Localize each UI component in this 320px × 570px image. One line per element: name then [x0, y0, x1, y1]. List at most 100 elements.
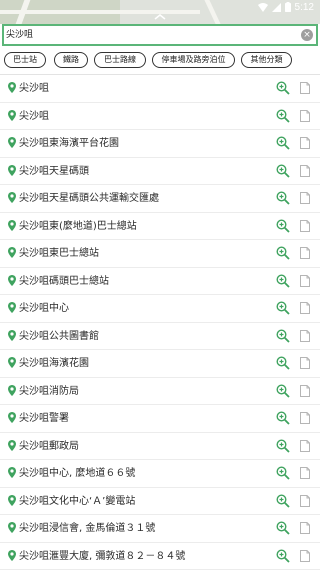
- list-item[interactable]: 尖沙咀海濱花園: [0, 350, 320, 378]
- location-pin-icon: [8, 330, 16, 341]
- zoom-in-icon[interactable]: [276, 411, 290, 425]
- list-item-label: 尖沙咀碼頭巴士總站: [19, 268, 109, 295]
- status-bar: 5:12: [0, 0, 320, 24]
- filter-chip-parking[interactable]: 停車場及路旁泊位: [152, 52, 235, 68]
- bookmark-icon[interactable]: [299, 439, 311, 453]
- zoom-in-icon[interactable]: [276, 439, 290, 453]
- list-item[interactable]: 尖沙咀東(麼地道)巴士總站: [0, 213, 320, 241]
- status-time: 5:12: [295, 2, 314, 13]
- list-item[interactable]: 尖沙咀東巴士總站: [0, 240, 320, 268]
- list-item[interactable]: 尖沙咀郵政局: [0, 433, 320, 461]
- list-item[interactable]: 尖沙咀浸信會, 金馬倫道３１號: [0, 515, 320, 543]
- close-icon[interactable]: ×: [301, 29, 313, 41]
- zoom-in-icon[interactable]: [276, 384, 290, 398]
- bookmark-icon[interactable]: [299, 274, 311, 288]
- filter-chip-other[interactable]: 其他分類: [241, 52, 292, 68]
- list-item-label: 尖沙咀中心: [19, 295, 69, 322]
- list-item[interactable]: 尖沙咀消防局: [0, 378, 320, 406]
- zoom-in-icon[interactable]: [276, 494, 290, 508]
- bookmark-icon[interactable]: [299, 411, 311, 425]
- wifi-icon: [258, 3, 268, 12]
- list-item[interactable]: 尖沙咀碼頭巴士總站: [0, 268, 320, 296]
- status-icons: 5:12: [258, 0, 314, 14]
- bookmark-icon[interactable]: [299, 191, 311, 205]
- list-item-label: 尖沙咀天星碼頭: [19, 158, 89, 185]
- location-pin-icon: [8, 192, 16, 203]
- chevron-up-icon[interactable]: [152, 12, 168, 22]
- zoom-in-icon[interactable]: [276, 246, 290, 260]
- bookmark-icon[interactable]: [299, 136, 311, 150]
- list-item-label: 尖沙咀: [19, 75, 49, 102]
- list-item[interactable]: 尖沙咀中心, 麼地道６６號: [0, 460, 320, 488]
- list-item-label: 尖沙咀海濱花園: [19, 350, 89, 377]
- location-pin-icon: [8, 467, 16, 478]
- zoom-in-icon[interactable]: [276, 356, 290, 370]
- list-item-label: 尖沙咀消防局: [19, 378, 79, 405]
- bookmark-icon[interactable]: [299, 356, 311, 370]
- bookmark-icon[interactable]: [299, 109, 311, 123]
- list-item-label: 尖沙咀浸信會, 金馬倫道３１號: [19, 515, 155, 542]
- zoom-in-icon[interactable]: [276, 136, 290, 150]
- list-item-label: 尖沙咀中心, 麼地道６６號: [19, 460, 135, 487]
- search-box[interactable]: ×: [2, 24, 318, 46]
- zoom-in-icon[interactable]: [276, 219, 290, 233]
- filter-chip-bus-stop[interactable]: 巴士站: [4, 52, 46, 68]
- signal-icon: [272, 3, 281, 12]
- zoom-in-icon[interactable]: [276, 109, 290, 123]
- zoom-in-icon[interactable]: [276, 329, 290, 343]
- zoom-in-icon[interactable]: [276, 81, 290, 95]
- list-item[interactable]: 尖沙咀文化中心‘Ａ’變電站: [0, 488, 320, 516]
- location-pin-icon: [8, 522, 16, 533]
- location-pin-icon: [8, 412, 16, 423]
- map-road: [0, 10, 200, 14]
- list-item[interactable]: 尖沙咀滙豐大廈, 彌敦道８２－８４號: [0, 543, 320, 570]
- location-pin-icon: [8, 110, 16, 121]
- zoom-in-icon[interactable]: [276, 191, 290, 205]
- filter-chip-bus-route[interactable]: 巴士路線: [94, 52, 146, 68]
- filter-chip-railway[interactable]: 鐵路: [54, 52, 88, 68]
- zoom-in-icon[interactable]: [276, 549, 290, 563]
- location-pin-icon: [8, 302, 16, 313]
- list-item[interactable]: 尖沙咀公共圖書館: [0, 323, 320, 351]
- list-item-label: 尖沙咀東巴士總站: [19, 240, 99, 267]
- bookmark-icon[interactable]: [299, 81, 311, 95]
- search-input[interactable]: [6, 26, 286, 44]
- location-pin-icon: [8, 137, 16, 148]
- list-item[interactable]: 尖沙咀天星碼頭公共運輸交匯處: [0, 185, 320, 213]
- filter-chips: 巴士站 鐵路 巴士路線 停車場及路旁泊位 其他分類: [4, 52, 320, 70]
- list-item-label: 尖沙咀滙豐大廈, 彌敦道８２－８４號: [19, 543, 185, 570]
- list-item-label: 尖沙咀公共圖書館: [19, 323, 99, 350]
- bookmark-icon[interactable]: [299, 466, 311, 480]
- zoom-in-icon[interactable]: [276, 466, 290, 480]
- zoom-in-icon[interactable]: [276, 521, 290, 535]
- bookmark-icon[interactable]: [299, 219, 311, 233]
- bookmark-icon[interactable]: [299, 164, 311, 178]
- map-road: [204, 0, 220, 24]
- zoom-in-icon[interactable]: [276, 164, 290, 178]
- zoom-in-icon[interactable]: [276, 274, 290, 288]
- bookmark-icon[interactable]: [299, 549, 311, 563]
- bookmark-icon[interactable]: [299, 301, 311, 315]
- list-item[interactable]: 尖沙咀: [0, 103, 320, 131]
- list-item-label: 尖沙咀文化中心‘Ａ’變電站: [19, 488, 135, 515]
- location-pin-icon: [8, 440, 16, 451]
- bookmark-icon[interactable]: [299, 521, 311, 535]
- bookmark-icon[interactable]: [299, 329, 311, 343]
- list-item[interactable]: 尖沙咀警署: [0, 405, 320, 433]
- results-list: 尖沙咀尖沙咀尖沙咀東海濱平台花園尖沙咀天星碼頭尖沙咀天星碼頭公共運輸交匯處尖沙咀…: [0, 75, 320, 570]
- list-item-label: 尖沙咀東海濱平台花園: [19, 130, 119, 157]
- list-item[interactable]: 尖沙咀中心: [0, 295, 320, 323]
- bookmark-icon[interactable]: [299, 494, 311, 508]
- list-item[interactable]: 尖沙咀天星碼頭: [0, 158, 320, 186]
- location-pin-icon: [8, 275, 16, 286]
- list-item[interactable]: 尖沙咀: [0, 75, 320, 103]
- zoom-in-icon[interactable]: [276, 301, 290, 315]
- bookmark-icon[interactable]: [299, 246, 311, 260]
- list-item-label: 尖沙咀東(麼地道)巴士總站: [19, 213, 137, 240]
- list-item-label: 尖沙咀天星碼頭公共運輸交匯處: [19, 185, 159, 212]
- bookmark-icon[interactable]: [299, 384, 311, 398]
- list-item-label: 尖沙咀: [19, 103, 49, 130]
- list-item[interactable]: 尖沙咀東海濱平台花園: [0, 130, 320, 158]
- location-pin-icon: [8, 550, 16, 561]
- location-pin-icon: [8, 82, 16, 93]
